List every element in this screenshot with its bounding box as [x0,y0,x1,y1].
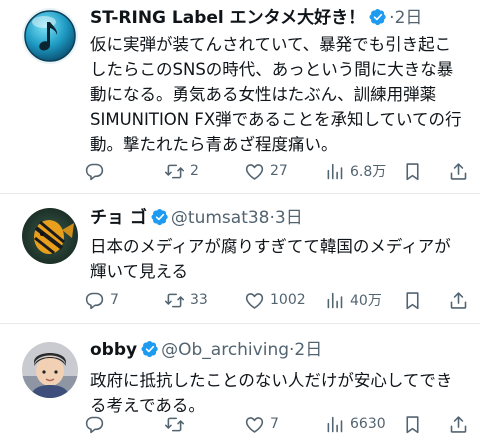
reply-icon [84,290,105,311]
retweet-icon [164,290,185,311]
share-icon [448,290,469,311]
timestamp[interactable]: 3日 [275,208,303,228]
verified-badge-icon [369,8,387,26]
reply-icon [84,161,105,182]
display-name[interactable]: obby [90,340,137,360]
retweet-count: 2 [190,163,199,179]
reply-count: 7 [110,292,119,308]
retweet-icon [164,414,185,435]
retweet-icon [164,161,185,182]
views-chart-icon [324,414,345,435]
avatar[interactable] [22,342,78,398]
share-button[interactable] [448,411,469,437]
views-button[interactable]: 40万 [324,287,382,313]
retweet-button[interactable] [164,411,190,437]
bookmark-button[interactable] [402,158,423,184]
tweet-1[interactable]: ST-RING Label エンタメ大好き！ ·2日 仮に実弾が装てんされていて、… [0,0,480,193]
tweet-header: obby @Ob_archiving·2日 [90,338,472,362]
tweet-header: ST-RING Label エンタメ大好き！ ·2日 [90,6,472,30]
display-name[interactable]: チョ ゴ [90,208,147,228]
timestamp[interactable]: 2日 [294,340,322,360]
tweet-text: 仮に実弾が装てんされていて、暴発でも引き起こしたらこのSNSの時代、あっという間… [90,35,462,154]
bookmark-button[interactable] [402,411,423,437]
tweet-2[interactable]: チョ ゴ @tumsat38·3日 日本のメディアが腐りすぎてて韓国のメディアが輝… [0,193,480,323]
music-note-icon [22,8,78,64]
share-icon [448,414,469,435]
tweet-text: 日本のメディアが腐りすぎてて韓国のメディアが輝いて見える [90,237,451,281]
reply-button[interactable] [84,411,110,437]
like-count: 7 [270,416,279,432]
retweet-button[interactable]: 33 [164,287,208,313]
heart-icon [244,414,265,435]
view-count: 40万 [350,293,382,309]
reply-button[interactable] [84,158,110,184]
retweet-button[interactable]: 2 [164,158,199,184]
view-count: 6630 [350,416,386,432]
action-bar: 7 6630 [84,411,466,437]
share-button[interactable] [448,158,469,184]
verified-badge-icon [141,340,159,358]
like-button[interactable]: 7 [244,411,279,437]
bookmark-icon [402,414,423,435]
like-count: 27 [270,163,288,179]
views-button[interactable]: 6.8万 [324,158,386,184]
share-button[interactable] [448,287,469,313]
handle[interactable]: @tumsat38 [171,208,270,228]
views-button[interactable]: 6630 [324,411,386,437]
views-chart-icon [324,290,345,311]
bookmark-button[interactable] [402,287,423,313]
handle[interactable]: @Ob_archiving [161,340,289,360]
views-chart-icon [324,161,345,182]
tweet-header: チョ ゴ @tumsat38·3日 [90,206,472,230]
display-name[interactable]: ST-RING Label エンタメ大好き！ [90,8,365,28]
fish-photo [22,208,78,264]
reply-button[interactable]: 7 [84,287,119,313]
reply-icon [84,414,105,435]
verified-badge-icon [151,208,169,226]
like-button[interactable]: 27 [244,158,288,184]
like-button[interactable]: 1002 [244,287,306,313]
heart-icon [244,290,265,311]
child-photo [22,342,78,398]
heart-icon [244,161,265,182]
bookmark-icon [402,161,423,182]
bookmark-icon [402,290,423,311]
share-icon [448,161,469,182]
avatar[interactable] [22,208,78,264]
like-count: 1002 [270,292,306,308]
action-bar: 7 33 1002 40万 [84,287,466,313]
view-count: 6.8万 [350,164,387,180]
timestamp[interactable]: 2日 [395,8,423,28]
avatar[interactable] [22,8,78,64]
action-bar: 2 27 6.8万 [84,158,466,184]
tweet-3[interactable]: obby @Ob_archiving·2日 政府に抵抗したことのない人だけが安心し… [0,323,480,445]
retweet-count: 33 [190,292,208,308]
